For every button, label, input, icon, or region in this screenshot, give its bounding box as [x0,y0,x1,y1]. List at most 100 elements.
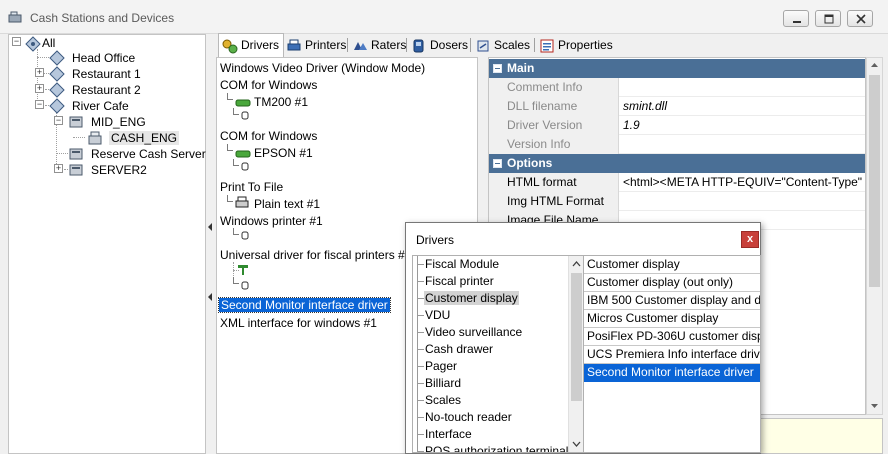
property-value[interactable] [620,78,863,97]
device-item[interactable]: EPSON #1 [254,146,313,160]
category-item[interactable]: POS authorization terminal [413,443,569,452]
tab-drivers[interactable]: Drivers [218,33,284,57]
category-label: No-touch reader [425,410,512,424]
dialog-close-button[interactable]: x [741,231,759,248]
driver-item[interactable]: XML interface for windows #1 [220,316,377,330]
collapse-all-toggle[interactable]: − [12,37,21,46]
collapse-left-icon[interactable] [207,292,213,302]
tree-splitter[interactable] [206,34,214,454]
collapse-left-icon[interactable] [207,222,213,232]
property-value[interactable]: smint.dll [620,97,863,116]
scrollbar-thumb[interactable] [869,75,880,287]
category-item[interactable]: Fiscal printer [413,273,569,290]
category-item[interactable]: Pager [413,358,569,375]
category-label: Cash drawer [425,342,494,356]
tab-printers[interactable]: Printers [282,35,351,56]
category-item[interactable]: No-touch reader [413,409,569,426]
expand-server2-toggle[interactable]: + [54,164,63,173]
drivers-icon [222,39,238,54]
dialog-driver-list[interactable]: Customer display Customer display (out o… [584,255,761,453]
scroll-up-icon[interactable] [870,62,879,68]
device-item[interactable]: Plain text #1 [254,197,320,211]
category-options[interactable]: Options [489,154,865,173]
property-name: DLL filename [489,97,619,116]
tab-properties[interactable]: Properties [535,35,618,56]
category-main[interactable]: Main [489,59,865,78]
property-value[interactable] [620,135,863,154]
property-name: HTML format [489,173,619,192]
property-value[interactable]: <html><META HTTP-EQUIV="Content-Type" CO… [620,173,863,192]
category-label: Interface [425,427,472,441]
driver-option[interactable]: UCS Premiera Info interface driver [584,346,760,364]
collapse-icon[interactable] [493,159,502,168]
device-item[interactable]: TM200 #1 [254,95,308,109]
category-item[interactable]: VDU [413,307,569,324]
driver-item[interactable]: Universal driver for fiscal printers #1 [220,248,411,262]
expand-restaurant-1-toggle[interactable]: + [35,68,44,77]
tree-line [37,57,49,58]
category-label: Video surveillance [425,325,523,339]
window-edge [884,34,888,454]
tree-item-label: Reserve Cash Server [91,147,206,161]
scrollbar-thumb[interactable] [571,273,582,401]
driver-item[interactable]: COM for Windows [220,129,317,143]
property-value[interactable] [620,192,863,211]
property-name: Version Info [489,135,619,154]
category-item-selected[interactable]: Customer display [413,290,569,307]
driver-item[interactable]: Windows printer #1 [220,214,323,228]
scroll-up-icon[interactable] [572,261,581,267]
tab-scales[interactable]: Scales [471,35,535,56]
tab-raters[interactable]: Raters [348,35,411,56]
property-row[interactable]: Version Info [489,135,865,154]
category-item[interactable]: Video surveillance [413,324,569,341]
scales-icon [477,40,489,52]
maximize-icon [824,14,834,24]
driver-option[interactable]: Customer display (out only) [584,274,760,292]
rater-icon [354,42,367,50]
collapse-mid-eng-toggle[interactable]: − [54,116,63,125]
driver-item[interactable]: Windows Video Driver (Window Mode) [220,61,425,75]
category-item[interactable]: Interface [413,426,569,443]
tree-line [417,324,424,341]
property-row[interactable]: DLL filename smint.dll [489,97,865,116]
driver-option[interactable]: Customer display [584,256,760,274]
scroll-down-icon[interactable] [572,441,581,447]
driver-item-selected[interactable]: Second Monitor interface driver [218,297,391,313]
collapse-river-cafe-toggle[interactable]: − [35,100,44,109]
category-item[interactable]: Cash drawer [413,341,569,358]
scroll-down-icon[interactable] [870,403,879,409]
category-scrollbar[interactable] [568,256,583,452]
close-icon [856,14,866,24]
driver-item[interactable]: COM for Windows [220,78,317,92]
property-scrollbar[interactable] [866,57,883,415]
driver-item[interactable]: Print To File [220,180,283,194]
category-item[interactable]: Scales [413,392,569,409]
tab-dosers[interactable]: Dosers [407,35,473,56]
property-row[interactable]: HTML format <html><META HTTP-EQUIV="Conte… [489,173,865,192]
station-tree[interactable]: − All Head Office + Restaurant 1 + Resta… [8,34,206,454]
property-row[interactable]: Img HTML Format [489,192,865,211]
driver-option-selected[interactable]: Second Monitor interface driver [584,364,760,382]
category-item[interactable]: Billiard [413,375,569,392]
maximize-button[interactable] [815,10,841,27]
tree-line [417,426,424,443]
minimize-button[interactable] [783,10,809,27]
property-value[interactable]: 1.9 [620,116,863,135]
tree-item-label: MID_ENG [91,115,146,129]
driver-option[interactable]: PosiFlex PD-306U customer display [584,328,760,346]
driver-category-list[interactable]: Fiscal Module Fiscal printer Customer di… [412,255,584,453]
fiscal-printer-icon [238,265,248,275]
tree-line [56,153,68,154]
station-icon [49,82,65,98]
driver-option[interactable]: IBM 500 Customer display and drawer [584,292,760,310]
collapse-icon[interactable] [493,64,502,73]
close-button[interactable] [847,10,873,27]
category-item[interactable]: Fiscal Module [413,256,569,273]
driver-option[interactable]: Micros Customer display [584,310,760,328]
property-row[interactable]: Driver Version 1.9 [489,116,865,135]
device-plug-icon [241,281,249,290]
expand-restaurant-2-toggle[interactable]: + [35,84,44,93]
tree-line [233,108,239,115]
property-row[interactable]: Comment Info [489,78,865,97]
dialog-title: Drivers [416,233,454,247]
